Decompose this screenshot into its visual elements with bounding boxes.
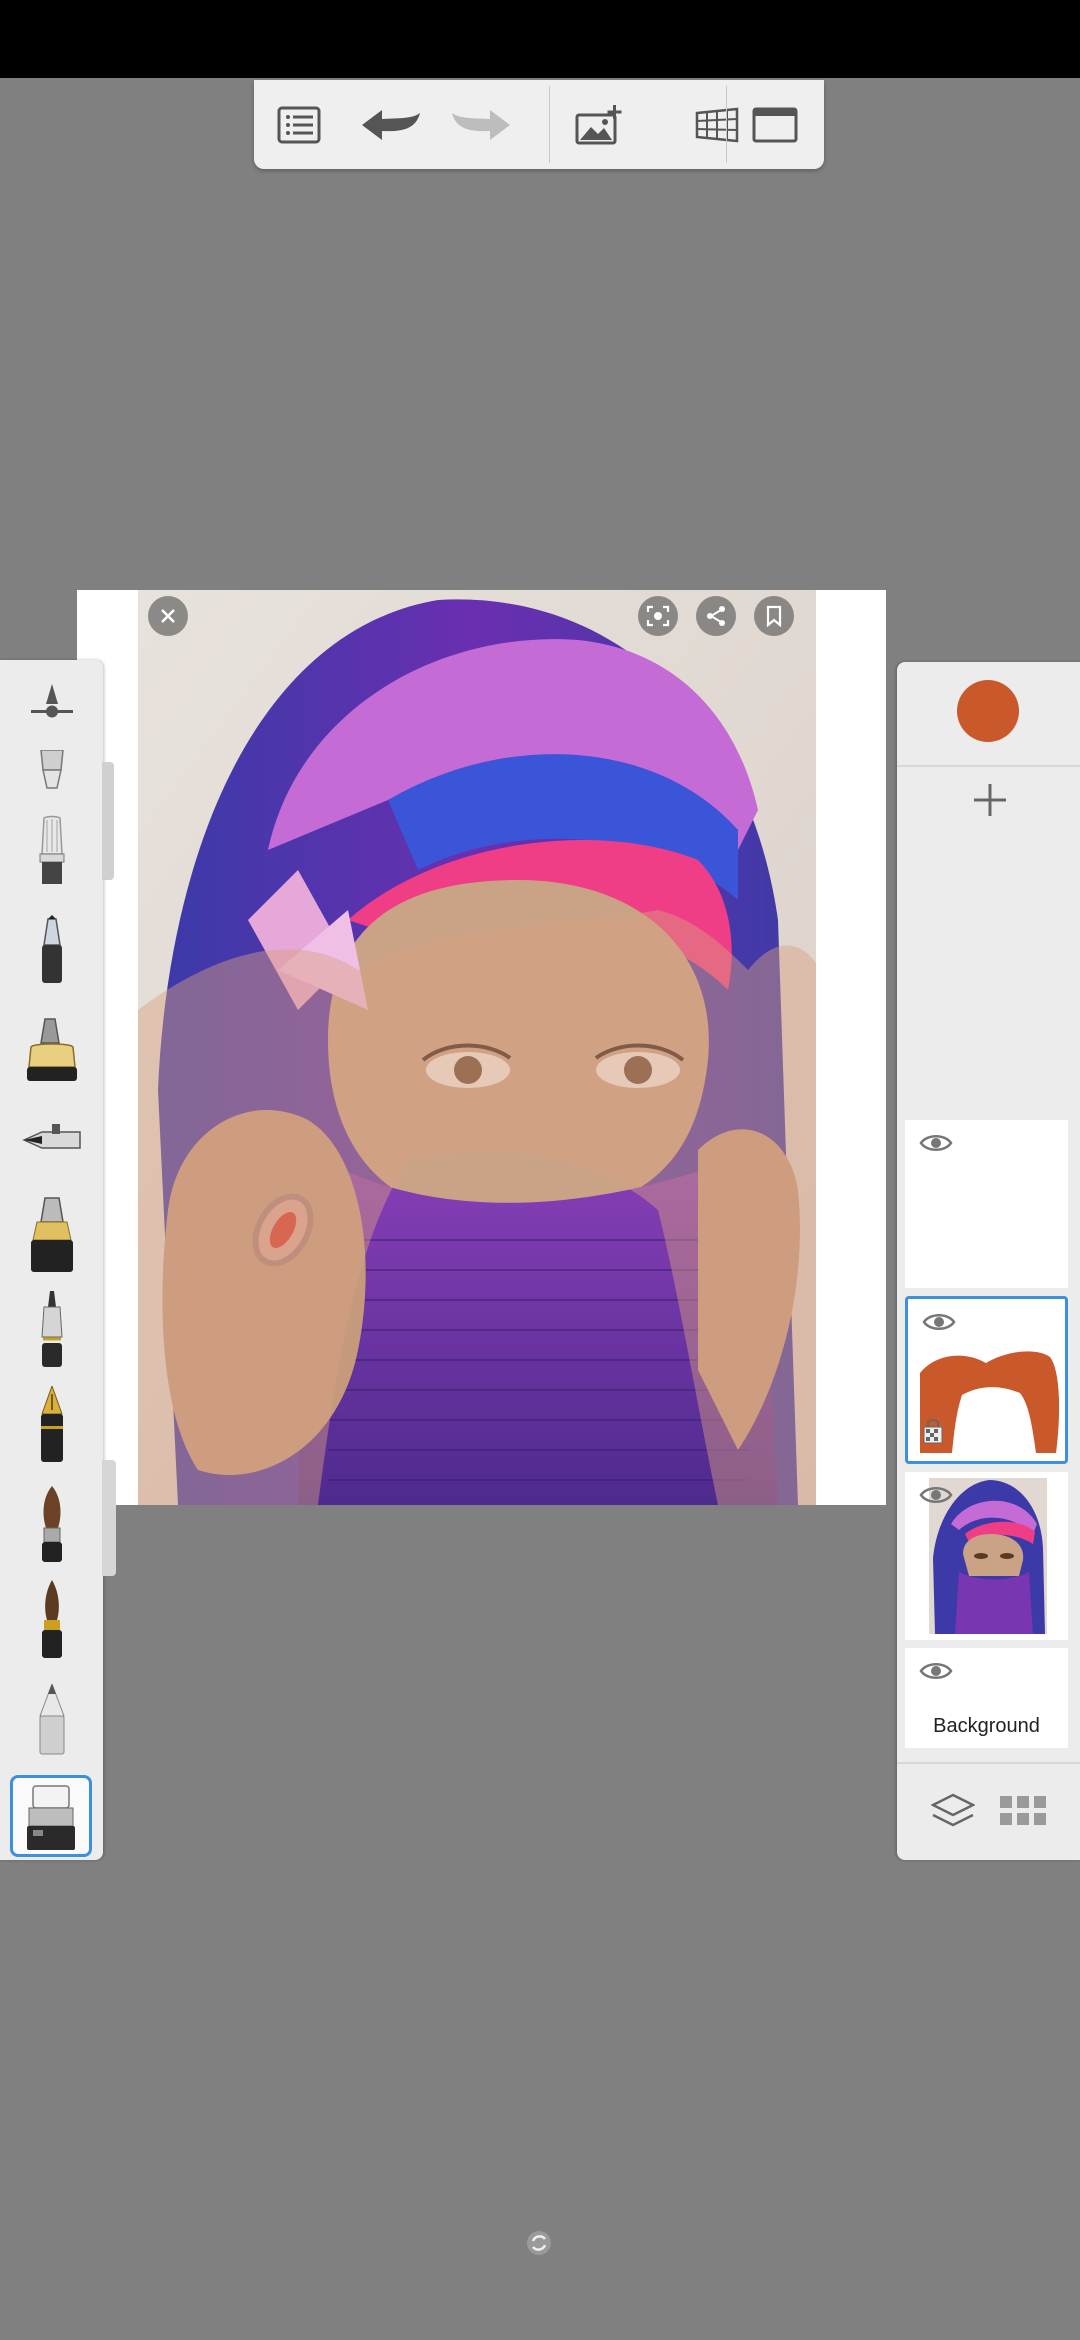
paintbrush-icon [42,1486,62,1562]
bookmark-button[interactable] [754,596,794,636]
redo-icon [452,109,510,140]
chisel-marker-icon [27,1018,77,1081]
brush-settings-icon [31,684,73,718]
fullscreen-icon [752,107,798,142]
brush-scrollbar[interactable] [102,762,114,880]
rotate-icon[interactable] [525,2229,553,2257]
share-button[interactable] [696,596,736,636]
eye-icon[interactable] [919,1484,953,1506]
canvas-artwork[interactable] [138,590,816,1505]
pencil-button[interactable] [8,1680,96,1760]
felt-pen-icon [31,1197,73,1272]
bookmark-icon [766,605,782,627]
undo-button[interactable] [346,80,436,169]
list-button[interactable] [254,80,344,169]
grid-icon [1000,1796,1046,1825]
add-layer-button[interactable] [960,770,1020,830]
add-image-button[interactable] [554,80,644,169]
layer-item-1[interactable] [905,1120,1068,1288]
layers-icon [931,1793,975,1827]
ink-brush-icon [42,1580,62,1658]
add-image-icon [575,104,622,144]
layer-item-3[interactable] [905,1472,1068,1640]
color-swatch[interactable] [957,680,1019,742]
list-icon [277,106,321,143]
close-icon [161,609,175,623]
redo-button[interactable] [436,80,526,169]
eraser-button[interactable] [10,1775,92,1857]
layer-name: Background [933,1715,1040,1737]
eye-icon[interactable] [919,1132,953,1154]
plus-icon [974,784,1006,816]
felt-pen-button[interactable] [8,1195,96,1275]
status-bar [0,0,1080,78]
marker-button[interactable] [8,910,96,990]
undo-icon [362,109,420,140]
layer-item-2[interactable] [905,1296,1068,1464]
smudge-brush-icon [40,750,64,789]
fountain-pen-button[interactable] [8,1385,96,1465]
eraser-icon [27,1785,75,1850]
paintbrush-button[interactable] [8,1485,96,1565]
grid-view-button[interactable] [998,1790,1048,1832]
lock-alpha-icon[interactable] [922,1417,944,1445]
brush-scroll-handle[interactable] [102,1460,116,1576]
technical-pen-button[interactable] [8,1290,96,1370]
layers-toggle-button[interactable] [928,1788,978,1834]
chisel-marker-button[interactable] [8,1010,96,1090]
eye-icon[interactable] [922,1311,956,1333]
smudge-brush-button[interactable] [8,745,96,795]
airbrush-icon [39,815,65,884]
layer-item-background[interactable]: Background [905,1648,1068,1748]
brush-settings-button[interactable] [8,665,96,745]
close-button[interactable] [148,596,188,636]
capture-button[interactable] [638,596,678,636]
ink-brush-button[interactable] [8,1580,96,1660]
marker-icon [42,915,62,983]
eye-icon[interactable] [919,1660,953,1682]
top-toolbar [254,80,824,169]
ballpoint-button[interactable] [8,1100,96,1180]
pencil-icon [39,1684,65,1755]
fullscreen-button[interactable] [730,80,820,169]
technical-pen-icon [41,1291,63,1367]
airbrush-button[interactable] [8,810,96,890]
share-icon [707,606,725,626]
capture-icon [646,605,670,627]
ballpoint-icon [22,1124,81,1149]
fountain-pen-icon [41,1386,63,1462]
